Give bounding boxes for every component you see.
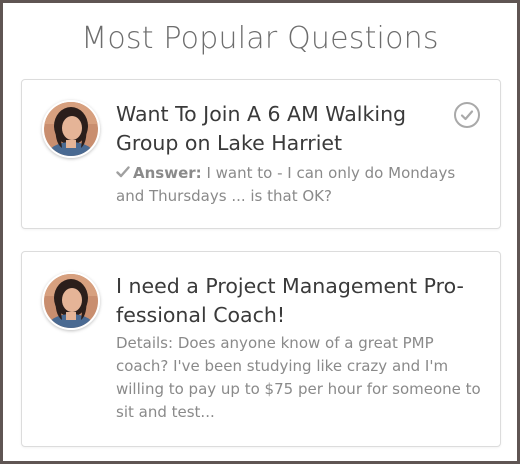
question-details: Details: Does anyone know of a great PMP… xyxy=(116,334,481,421)
section-heading: Most Popular Questions xyxy=(81,21,439,56)
answer-label: Answer: xyxy=(133,164,202,182)
answer-check-icon xyxy=(116,166,130,178)
check-circle-icon xyxy=(454,102,480,128)
popular-questions-widget: Most Popular Questions Want To Join A 6 … xyxy=(0,0,520,464)
answer-preview: Answer: I want to - I can only do Monday… xyxy=(116,162,482,208)
question-card[interactable]: Want To Join A 6 AM Walking Group on Lak… xyxy=(21,79,501,229)
avatar[interactable] xyxy=(42,100,100,158)
question-card[interactable]: I need a Project Management Pro-fessiona… xyxy=(21,251,501,447)
avatar[interactable] xyxy=(42,272,100,330)
avatar-photo xyxy=(44,274,98,328)
avatar-photo xyxy=(44,102,98,156)
question-title[interactable]: Want To Join A 6 AM Walking Group on Lak… xyxy=(116,100,436,158)
question-title[interactable]: I need a Project Management Pro-fessiona… xyxy=(116,272,466,330)
